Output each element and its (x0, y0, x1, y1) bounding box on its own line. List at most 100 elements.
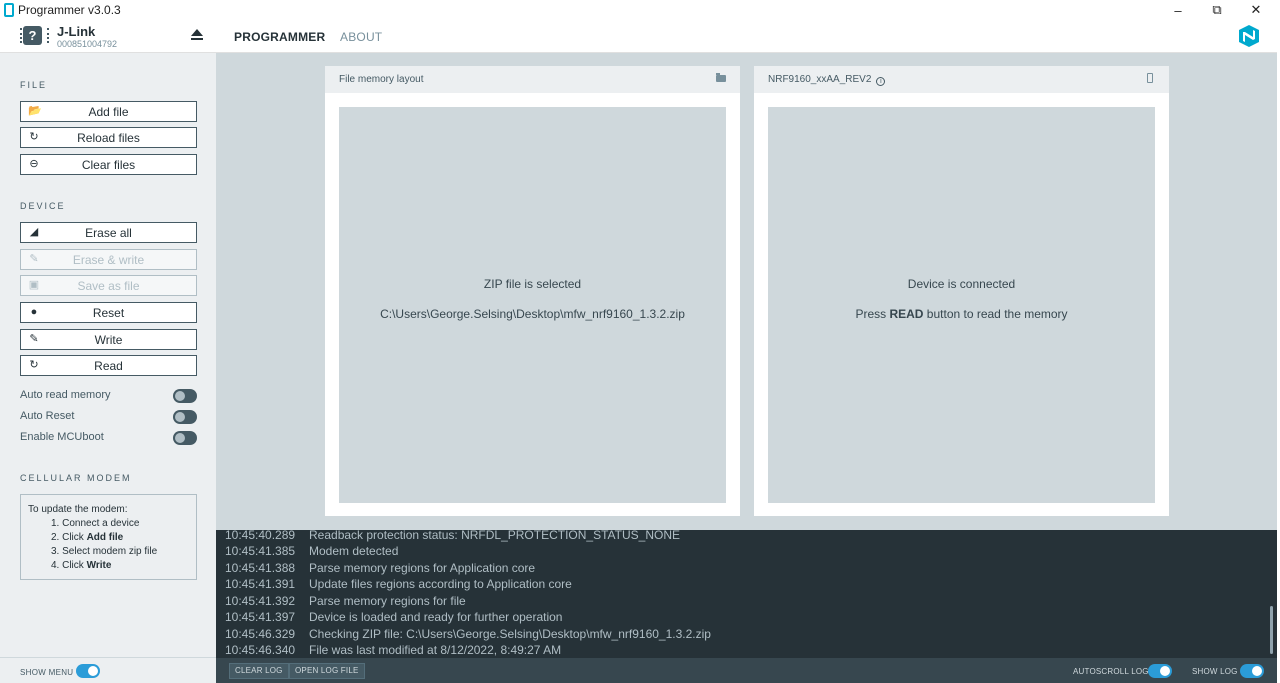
add-file-label: Add file (88, 104, 129, 119)
log-text: Parse memory regions for file (309, 594, 466, 608)
modem-instructions: To update the modem: 1. Connect a device… (20, 494, 197, 580)
log-text: Readback protection status: NRFDL_PROTEC… (309, 530, 681, 542)
close-button[interactable]: ✕ (1236, 0, 1276, 20)
erase-write-button[interactable]: ✎ Erase & write (20, 249, 197, 270)
modem-step-1: 1. Connect a device (51, 518, 140, 529)
file-memory-panel: File memory layout ZIP file is selected … (325, 66, 740, 516)
log-time: 10:45:41.391 (225, 577, 296, 591)
reset-button[interactable]: ● Reset (20, 302, 197, 323)
log-entry: 10:45:46.340 File was last modified at 8/… (225, 643, 561, 657)
device-panel-message: Device is connected (907, 277, 1016, 291)
add-file-button[interactable]: 📂 Add file (20, 101, 197, 122)
log-text: Device is loaded and ready for further o… (309, 610, 563, 624)
refresh-icon: ↻ (29, 359, 39, 371)
clear-log-button[interactable]: CLEAR LOG (229, 663, 289, 679)
window-title: Programmer v3.0.3 (18, 3, 121, 17)
reload-files-label: Reload files (77, 130, 140, 145)
log-time: 10:45:41.397 (225, 610, 296, 624)
show-log-toggle[interactable] (1240, 664, 1264, 678)
restore-button[interactable]: ⧉ (1197, 0, 1237, 20)
log-scrollbar[interactable] (1270, 606, 1273, 654)
log-time: 10:45:41.392 (225, 594, 296, 608)
log-time: 10:45:46.340 (225, 643, 296, 657)
autoscroll-log-toggle[interactable] (1148, 664, 1172, 678)
enable-mcuboot-toggle[interactable] (173, 431, 197, 445)
device-panel-header: NRF9160_xxAA_REV2 i (754, 66, 1169, 93)
modem-step-2-prefix: 2. Click (51, 532, 87, 543)
read-label: Read (94, 358, 123, 373)
minimize-button[interactable]: – (1158, 0, 1198, 20)
log-entry: 10:45:40.289 Readback protection status: … (225, 530, 680, 542)
refresh-icon: ↻ (29, 131, 39, 143)
erase-all-button[interactable]: ◢ Erase all (20, 222, 197, 243)
log-text: Modem detected (309, 544, 399, 558)
cellular-modem-section-title: CELLULAR MODEM (20, 473, 132, 483)
modem-step-2: 2. Click Add file (28, 531, 189, 545)
sidebar: FILE 📂 Add file ↻ Reload files ⊖ Clear f… (0, 53, 216, 683)
file-panel-title: File memory layout (339, 74, 424, 85)
file-memory-view: ZIP file is selected C:\Users\George.Sel… (339, 107, 726, 503)
log-view[interactable]: 10:45:40.289 Readback protection status: … (216, 530, 1277, 658)
erase-all-label: Erase all (85, 225, 132, 240)
info-icon[interactable]: i (876, 77, 886, 86)
log-entry: 10:45:41.391 Update files regions accordi… (225, 577, 572, 591)
write-label: Write (94, 332, 123, 347)
save-as-file-button[interactable]: ▣ Save as file (20, 275, 197, 296)
log-time: 10:45:40.289 (225, 530, 296, 542)
tab-programmer[interactable]: PROGRAMMER (234, 30, 325, 44)
auto-read-memory-label: Auto read memory (20, 389, 111, 401)
file-section-title: FILE (20, 80, 48, 90)
eraser-icon: ◢ (29, 226, 39, 238)
log-time: 10:45:41.388 (225, 561, 296, 575)
modem-step-4: 4. Click Write (28, 559, 189, 573)
auto-read-memory-row: Auto read memory (20, 389, 197, 403)
dot-icon: ● (30, 306, 38, 318)
write-button[interactable]: ✎ Write (20, 329, 197, 350)
nordic-logo-icon (1239, 25, 1259, 47)
window-titlebar: Programmer v3.0.3 – ⧉ ✕ (0, 0, 1280, 20)
auto-reset-toggle[interactable] (173, 410, 197, 424)
read-button[interactable]: ↻ Read (20, 355, 197, 376)
reload-files-button[interactable]: ↻ Reload files (20, 127, 197, 148)
show-menu-toggle[interactable] (76, 664, 100, 678)
auto-read-memory-toggle[interactable] (173, 389, 197, 403)
file-panel-path: C:\Users\George.Selsing\Desktop\mfw_nrf9… (380, 307, 685, 321)
app-header: ? J-Link 000851004792 PROGRAMMER ABOUT (0, 20, 1280, 53)
device-icon (1147, 73, 1153, 83)
folder-icon[interactable] (716, 73, 726, 82)
enable-mcuboot-label: Enable MCUboot (20, 431, 104, 443)
device-panel-title: NRF9160_xxAA_REV2 (768, 74, 872, 85)
file-panel-header: File memory layout (325, 66, 740, 93)
device-serial: 000851004792 (57, 39, 118, 49)
eject-icon[interactable] (190, 29, 204, 43)
device-chip-icon[interactable]: ? (20, 26, 49, 45)
erase-write-label: Erase & write (72, 252, 145, 267)
clear-files-button[interactable]: ⊖ Clear files (20, 154, 197, 175)
pencil-icon: ✎ (29, 253, 39, 265)
modem-intro: To update the modem: (28, 504, 128, 515)
device-name[interactable]: J-Link (57, 24, 95, 39)
device-hint-prefix: Press (855, 307, 890, 321)
log-entry: 10:45:41.385 Modem detected (225, 544, 398, 558)
enable-mcuboot-row: Enable MCUboot (20, 431, 197, 445)
open-log-file-button[interactable]: OPEN LOG FILE (289, 663, 365, 679)
main-area: File memory layout ZIP file is selected … (216, 53, 1277, 530)
log-entry: 10:45:41.388 Parse memory regions for App… (225, 561, 535, 575)
floppy-icon: ▣ (28, 279, 40, 291)
log-entry: 10:45:46.329 Checking ZIP file: C:\Users\… (225, 627, 711, 641)
modem-step-4-prefix: 4. Click (51, 560, 87, 571)
auto-reset-row: Auto Reset (20, 410, 197, 424)
log-time: 10:45:41.385 (225, 544, 296, 558)
autoscroll-log-label: AUTOSCROLL LOG (1073, 667, 1149, 676)
log-text: Checking ZIP file: C:\Users\George.Selsi… (309, 627, 711, 641)
log-footer: CLEAR LOG OPEN LOG FILE AUTOSCROLL LOG S… (216, 658, 1277, 683)
device-hint-bold: READ (889, 307, 924, 321)
modem-step-4-bold: Write (86, 560, 112, 571)
device-panel-hint: Press READ button to read the memory (768, 307, 1155, 321)
log-text: Parse memory regions for Application cor… (309, 561, 536, 575)
clear-files-label: Clear files (81, 157, 136, 172)
log-entry: 10:45:41.397 Device is loaded and ready f… (225, 610, 562, 624)
tab-about[interactable]: ABOUT (340, 30, 382, 44)
file-panel-message: ZIP file is selected (483, 277, 582, 291)
folder-open-icon: 📂 (28, 105, 42, 117)
